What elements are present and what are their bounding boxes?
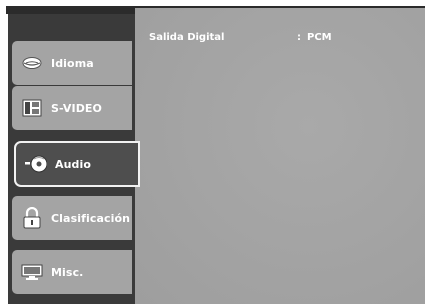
tab-s-video[interactable]: S-VIDEO	[12, 86, 132, 130]
tab-label: Audio	[55, 157, 92, 171]
lock-icon	[21, 207, 43, 229]
tab-label: S-VIDEO	[51, 101, 102, 115]
tab-label: Misc.	[51, 265, 84, 279]
tab-misc[interactable]: Misc.	[12, 250, 132, 294]
video-output-icon	[21, 98, 43, 118]
setting-separator: :	[297, 32, 301, 43]
setting-row-digital-output[interactable]: Salida Digital : PCM	[149, 32, 409, 48]
setup-menu-screen: Idioma S-VIDEO Audio Clasificación Misc.…	[0, 0, 425, 304]
tab-audio[interactable]: Audio	[14, 141, 140, 187]
setting-name: Salida Digital	[149, 32, 225, 43]
lips-icon	[21, 53, 43, 73]
setting-value[interactable]: PCM	[307, 32, 332, 43]
display-icon	[21, 262, 43, 282]
tab-clasificacion[interactable]: Clasificación	[12, 196, 132, 240]
settings-panel	[135, 8, 425, 304]
tab-idioma[interactable]: Idioma	[12, 41, 132, 85]
tab-label: Clasificación	[51, 211, 131, 225]
tab-label: Idioma	[51, 56, 94, 70]
audio-disc-icon	[25, 154, 47, 174]
